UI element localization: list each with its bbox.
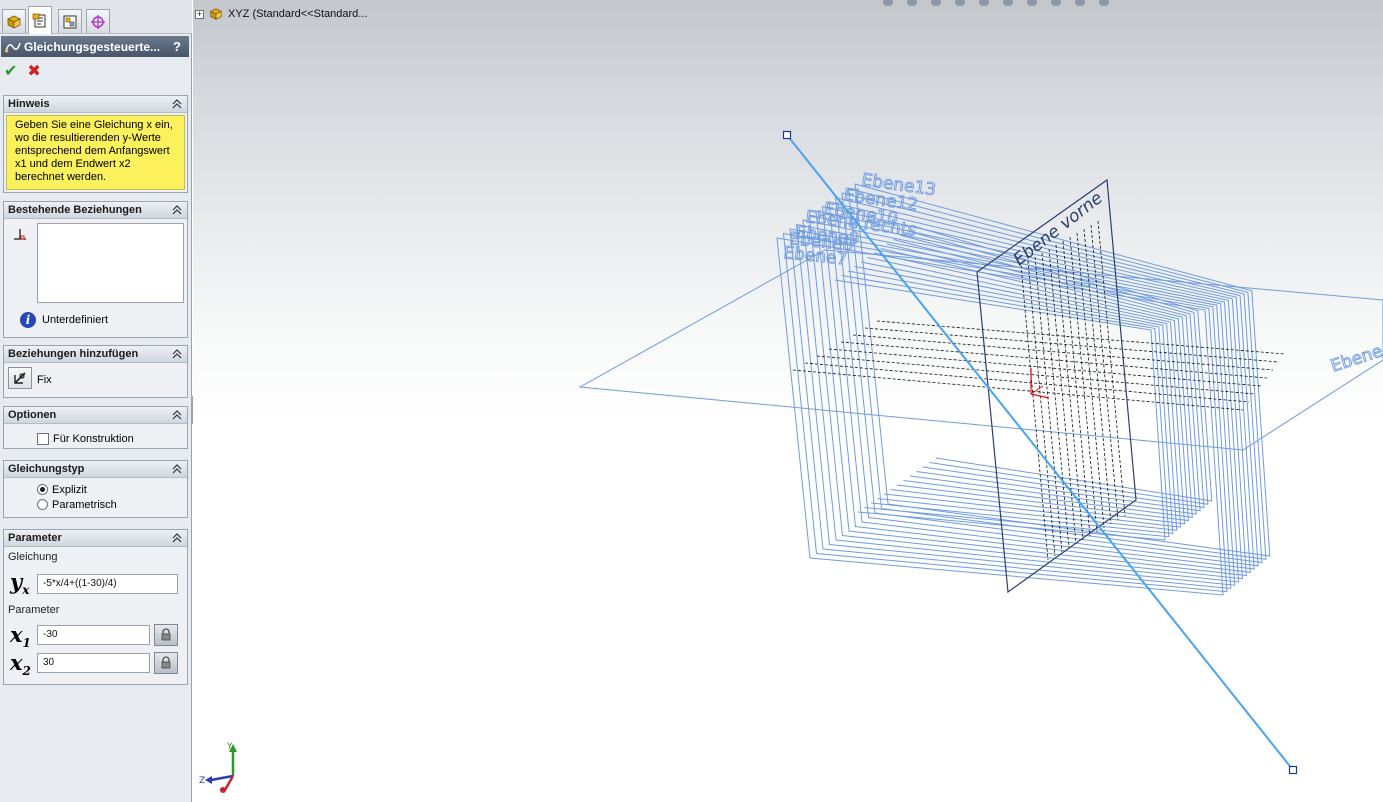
x1-symbol-letter: x [10,622,23,647]
status-row: i Unterdefiniert [20,312,108,328]
x1-symbol: x1 [10,622,31,650]
grid-line [1097,220,1126,517]
status-text: Unterdefiniert [42,314,109,326]
tab-configuration-manager[interactable] [58,9,82,33]
x1-lock-button[interactable] [154,624,178,646]
collapse-icon[interactable] [170,409,184,421]
property-manager-header: Gleichungsgesteuerte... ? [1,36,189,57]
hint-text: Geben Sie eine Gleichung x ein, wo die r… [6,115,185,190]
hint-group: Hinweis Geben Sie eine Gleichung x ein, … [3,95,188,193]
yx-symbol-sub: x [22,583,30,598]
grid-line [852,334,1274,371]
options-title: Optionen [8,409,57,421]
model-scene: Ebene13 Ebene12 Ebene10 Ebene rechts Ebe… [578,130,1383,775]
x2-symbol-sub: 2 [22,664,31,679]
construction-checkbox[interactable] [37,432,49,445]
triad-z-label: Z [199,776,205,786]
collapse-icon[interactable] [170,348,184,360]
confirm-row: ✔ ✖ [4,63,41,81]
construction-option[interactable]: Für Konstruktion [4,424,187,448]
parameter-label: Parameter [8,604,60,616]
collapse-icon[interactable] [170,98,184,110]
radio-explizit[interactable]: Explizit [4,482,187,497]
add-relations-title: Beziehungen hinzufügen [8,348,139,360]
relations-list[interactable] [37,223,184,303]
radio-parametrisch[interactable]: Parametrisch [4,497,187,512]
collapse-icon[interactable] [170,532,184,544]
manager-tabs [0,0,192,34]
parameters-body: Gleichung yx -5*x/4+((1-30)/4) Parameter… [4,547,187,684]
options-group: Optionen Für Konstruktion [3,406,188,449]
radio-parametrisch-label: Parametrisch [52,498,117,511]
top-plane[interactable] [578,249,1383,451]
cancel-button[interactable]: ✖ [27,64,40,80]
collapse-icon[interactable] [170,204,184,216]
reference-triad[interactable]: Y Z [197,740,247,800]
x2-lock-button[interactable] [154,652,178,674]
parameters-title: Parameter [8,532,62,544]
existing-relations-body: i Unterdefiniert [4,219,187,337]
grid-line [864,327,1280,363]
curve-end-point[interactable] [1288,765,1298,775]
relation-icon [14,229,26,240]
parameters-group: Parameter Gleichung yx -5*x/4+((1-30)/4)… [3,529,188,685]
crosshair-icon [91,14,105,29]
construction-label: Für Konstruktion [53,432,134,445]
existing-relations-group: Bestehende Beziehungen i Unterdefiniert [3,201,188,338]
curve-start-point[interactable] [782,130,792,140]
lock-icon [161,628,171,641]
sketch-grid [792,220,1286,561]
radio-explizit-button[interactable] [37,484,48,495]
x2-input[interactable]: 30 [37,653,150,673]
collapse-icon[interactable] [170,463,184,475]
ok-button[interactable]: ✔ [4,64,17,80]
parameters-header[interactable]: Parameter [4,530,187,547]
equation-type-group: Gleichungstyp Explizit Parametrisch [3,460,188,518]
tab-dimxpert-manager[interactable] [86,9,110,33]
add-relations-header[interactable]: Beziehungen hinzufügen [4,346,187,363]
tab-feature-manager[interactable] [2,9,26,33]
hint-group-title: Hinweis [8,98,50,110]
radio-parametrisch-button[interactable] [37,499,48,510]
graphics-viewport[interactable]: + XYZ (Standard<<Standard... Ebene13 Ebe… [193,0,1383,802]
feature-tree-icon [7,15,21,29]
options-header[interactable]: Optionen [4,407,187,424]
radio-explizit-label: Explizit [52,483,87,496]
x2-symbol: x2 [10,650,31,678]
property-manager-icon [32,13,46,27]
equation-curve-icon [5,42,21,52]
yx-symbol: yx [10,569,29,597]
yx-symbol-letter: y [10,569,23,594]
hint-group-header[interactable]: Hinweis [4,96,187,113]
x1-symbol-sub: 1 [22,636,31,651]
add-relations-group: Beziehungen hinzufügen Fix [3,345,188,398]
configuration-icon [63,15,77,28]
property-manager: Gleichungsgesteuerte... ? ✔ ✖ Hinweis Ge… [0,0,192,802]
help-button[interactable]: ? [169,39,185,54]
fix-icon [14,372,26,384]
equation-label: Gleichung [8,551,58,563]
offset-plane-inner [867,257,1186,525]
add-relations-body: Fix [4,363,187,397]
plane-label-ebene[interactable]: Ebene [1328,341,1383,377]
equation-type-title: Gleichungstyp [8,463,85,475]
equation-input[interactable]: -5*x/4+((1-30)/4) [37,574,178,594]
info-icon: i [20,312,36,328]
fix-button[interactable] [8,367,32,389]
existing-relations-header[interactable]: Bestehende Beziehungen [4,202,187,219]
existing-relations-title: Bestehende Beziehungen [8,204,142,216]
equation-type-header[interactable]: Gleichungstyp [4,461,187,478]
equation-type-options: Explizit Parametrisch [4,478,187,517]
lock-icon [161,656,171,669]
fix-label: Fix [37,374,52,386]
x2-symbol-letter: x [10,650,23,675]
x1-input[interactable]: -30 [37,625,150,645]
plane-label-ebene-vorne[interactable]: Ebene vorne [1010,188,1107,270]
triad-y-label: Y [226,742,233,752]
tab-property-manager[interactable] [28,6,52,34]
page-title: Gleichungsgesteuerte... [24,39,161,54]
